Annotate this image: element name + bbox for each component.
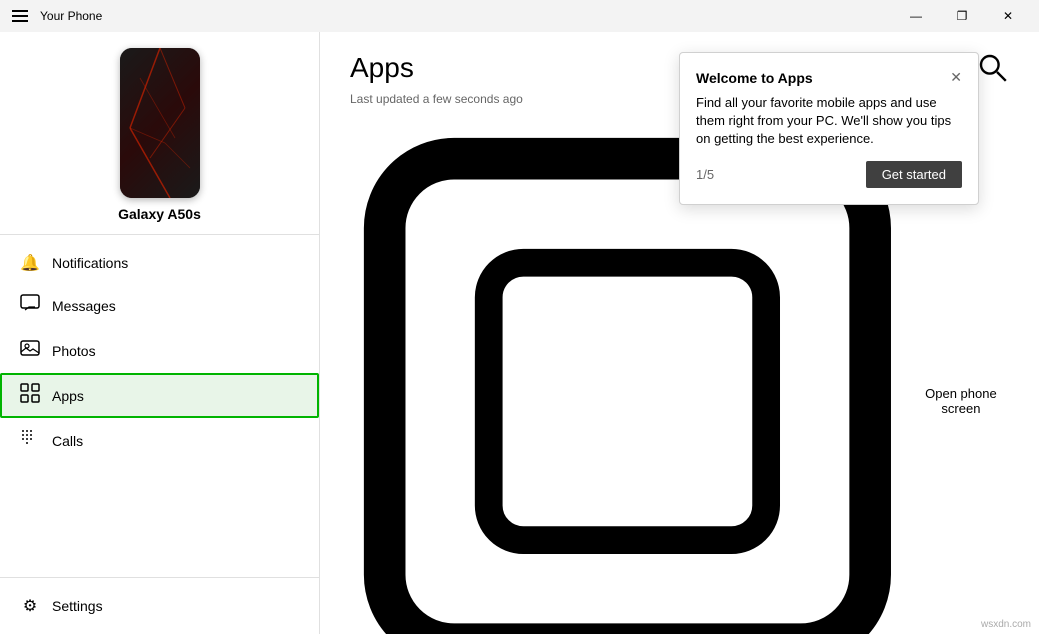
- popup-title: Welcome to Apps: [696, 70, 813, 86]
- device-section: Galaxy A50s: [0, 32, 319, 235]
- apps-label: Apps: [52, 388, 84, 404]
- crack-overlay: [120, 48, 200, 198]
- nav-bottom: ⚙ Settings: [0, 577, 319, 634]
- notifications-icon: 🔔: [20, 253, 40, 273]
- main-content: Apps Last updated a few seconds ago Open…: [320, 32, 1039, 634]
- calls-label: Calls: [52, 433, 83, 449]
- popup-header: Welcome to Apps ✕: [696, 69, 962, 86]
- sidebar-item-notifications[interactable]: 🔔 Notifications: [0, 243, 319, 283]
- app-title: Your Phone: [40, 9, 102, 23]
- sidebar-item-calls[interactable]: Calls: [0, 418, 319, 463]
- minimize-button[interactable]: —: [893, 0, 939, 32]
- get-started-button[interactable]: Get started: [866, 161, 962, 188]
- settings-icon: ⚙: [20, 596, 40, 616]
- search-icon: [977, 52, 1009, 84]
- welcome-popup: Welcome to Apps ✕ Find all your favorite…: [679, 52, 979, 205]
- sidebar-item-settings[interactable]: ⚙ Settings: [0, 586, 319, 626]
- title-bar: Your Phone — ❐ ✕: [0, 0, 1039, 32]
- window-controls: — ❐ ✕: [893, 0, 1031, 32]
- app-body: Galaxy A50s 🔔 Notifications Messages Pho…: [0, 32, 1039, 634]
- photos-label: Photos: [52, 343, 96, 359]
- popup-page-indicator: 1/5: [696, 167, 714, 182]
- photos-icon: [20, 338, 40, 363]
- menu-button[interactable]: [8, 6, 32, 26]
- notifications-label: Notifications: [52, 255, 128, 271]
- search-button[interactable]: [977, 52, 1009, 84]
- sidebar-item-photos[interactable]: Photos: [0, 328, 319, 373]
- open-phone-label: Open phone screen: [913, 386, 1009, 416]
- settings-label: Settings: [52, 598, 103, 614]
- sidebar-item-messages[interactable]: Messages: [0, 283, 319, 328]
- close-button[interactable]: ✕: [985, 0, 1031, 32]
- watermark: wsxdn.com: [981, 619, 1031, 630]
- nav-section: 🔔 Notifications Messages Photos: [0, 235, 319, 577]
- popup-footer: 1/5 Get started: [696, 161, 962, 188]
- apps-icon: [20, 383, 40, 408]
- sidebar-item-apps[interactable]: Apps: [0, 373, 319, 418]
- messages-icon: [20, 293, 40, 318]
- page-title: Apps: [350, 52, 414, 84]
- maximize-button[interactable]: ❐: [939, 0, 985, 32]
- popup-body: Find all your favorite mobile apps and u…: [696, 94, 962, 149]
- device-image: [120, 48, 200, 198]
- device-name: Galaxy A50s: [118, 206, 201, 222]
- messages-label: Messages: [52, 298, 116, 314]
- popup-close-button[interactable]: ✕: [950, 69, 962, 86]
- calls-icon: [20, 428, 40, 453]
- title-bar-left: Your Phone: [8, 6, 102, 26]
- sidebar: Galaxy A50s 🔔 Notifications Messages Pho…: [0, 32, 320, 634]
